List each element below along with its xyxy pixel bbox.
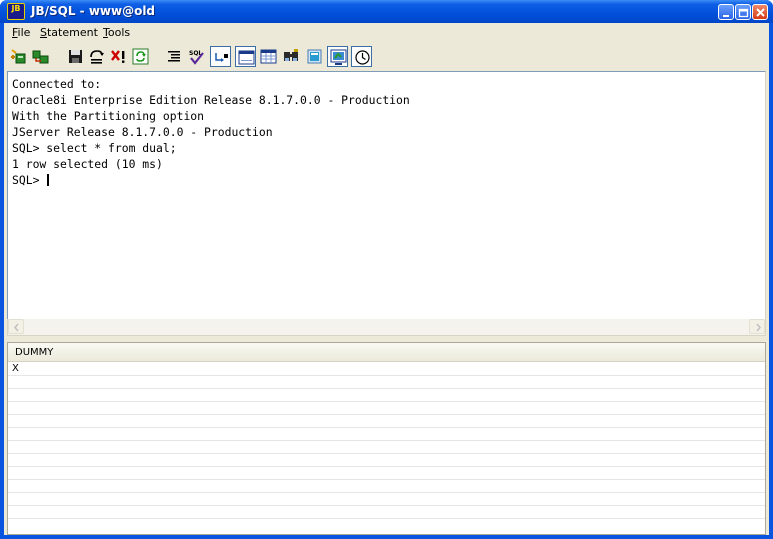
rollback-icon (111, 50, 125, 63)
table-row-empty (8, 493, 765, 506)
toolbar: SQL (4, 43, 769, 70)
text-caret (47, 174, 50, 186)
title-bar[interactable]: JB JB/SQL - www@old (0, 0, 773, 23)
scroll-right-button[interactable] (749, 319, 765, 334)
table-row-empty (8, 506, 765, 519)
editor-line: Oracle8i Enterprise Edition Release 8.1.… (12, 93, 410, 107)
table-row-empty (8, 389, 765, 402)
editor-line: Connected to: (12, 77, 102, 91)
minimize-button[interactable] (718, 4, 734, 20)
restore-icon (738, 8, 749, 18)
table-icon (307, 49, 322, 64)
chevron-right-icon (756, 323, 761, 332)
table-row-empty (8, 467, 765, 480)
refresh-button[interactable] (130, 46, 151, 67)
disconnect-icon (32, 50, 49, 64)
find-button[interactable] (281, 46, 302, 67)
horizontal-scrollbar[interactable] (7, 319, 766, 336)
app-logo-icon: JB (7, 3, 25, 20)
editor-line: JServer Release 8.1.7.0.0 - Production (12, 125, 273, 139)
chevron-left-icon (14, 323, 19, 332)
format-button[interactable] (164, 46, 185, 67)
sql-prompt: SQL> (12, 173, 47, 187)
table-row-empty (8, 428, 765, 441)
binoculars-icon (284, 49, 298, 61)
step-icon (215, 53, 228, 62)
sql-editor[interactable]: Connected to: Oracle8i Enterprise Editio… (7, 71, 766, 336)
connect-icon (11, 49, 26, 64)
scroll-left-button[interactable] (8, 319, 24, 334)
table-button[interactable] (304, 46, 325, 67)
minimize-icon (723, 15, 729, 17)
close-icon (756, 8, 765, 17)
step-button[interactable] (210, 46, 231, 67)
save-icon (69, 50, 82, 63)
table-row[interactable]: X (8, 363, 765, 376)
commit-icon (90, 50, 104, 64)
sql-check-button[interactable]: SQL (186, 46, 207, 67)
disconnect-button[interactable] (30, 46, 51, 67)
menu-statement[interactable]: Statement (40, 26, 98, 39)
single-record-button[interactable] (235, 46, 256, 67)
commit-button[interactable] (86, 46, 107, 67)
client-area: File Statement Tools SQL Connected to: O… (4, 23, 769, 535)
single-record-icon (238, 50, 255, 65)
app-window: JB JB/SQL - www@old File Statement Tools (0, 0, 773, 539)
results-grid[interactable]: DUMMY X (7, 342, 766, 535)
grid-view-icon (260, 49, 277, 64)
table-cell[interactable]: X (12, 363, 19, 374)
table-row-empty (8, 415, 765, 428)
sql-check-icon: SQL (189, 50, 204, 65)
menu-bar: File Statement Tools (4, 23, 769, 42)
editor-line: 1 row selected (10 ms) (12, 157, 163, 171)
grid-body: X (8, 363, 765, 519)
window-title: JB/SQL - www@old (31, 4, 156, 18)
close-button[interactable] (752, 4, 768, 20)
table-row-empty (8, 376, 765, 389)
table-row-empty (8, 454, 765, 467)
restore-button[interactable] (735, 4, 751, 20)
grid-header: DUMMY (8, 343, 765, 362)
rollback-button[interactable] (108, 46, 129, 67)
menu-tools[interactable]: Tools (103, 26, 130, 39)
clock-icon (355, 50, 370, 65)
export-button[interactable] (327, 46, 348, 67)
refresh-icon (132, 48, 149, 65)
history-button[interactable] (351, 46, 372, 67)
save-button[interactable] (65, 46, 86, 67)
column-header-dummy[interactable]: DUMMY (15, 347, 53, 358)
connect-button[interactable] (8, 46, 29, 67)
format-icon (168, 51, 180, 62)
table-row-empty (8, 402, 765, 415)
editor-line: With the Partitioning option (12, 109, 205, 123)
editor-line: SQL> select * from dual; (12, 141, 177, 155)
table-row-empty (8, 480, 765, 493)
table-row-empty (8, 441, 765, 454)
menu-file[interactable]: File (12, 26, 30, 39)
grid-view-button[interactable] (258, 46, 279, 67)
export-icon (330, 49, 347, 65)
